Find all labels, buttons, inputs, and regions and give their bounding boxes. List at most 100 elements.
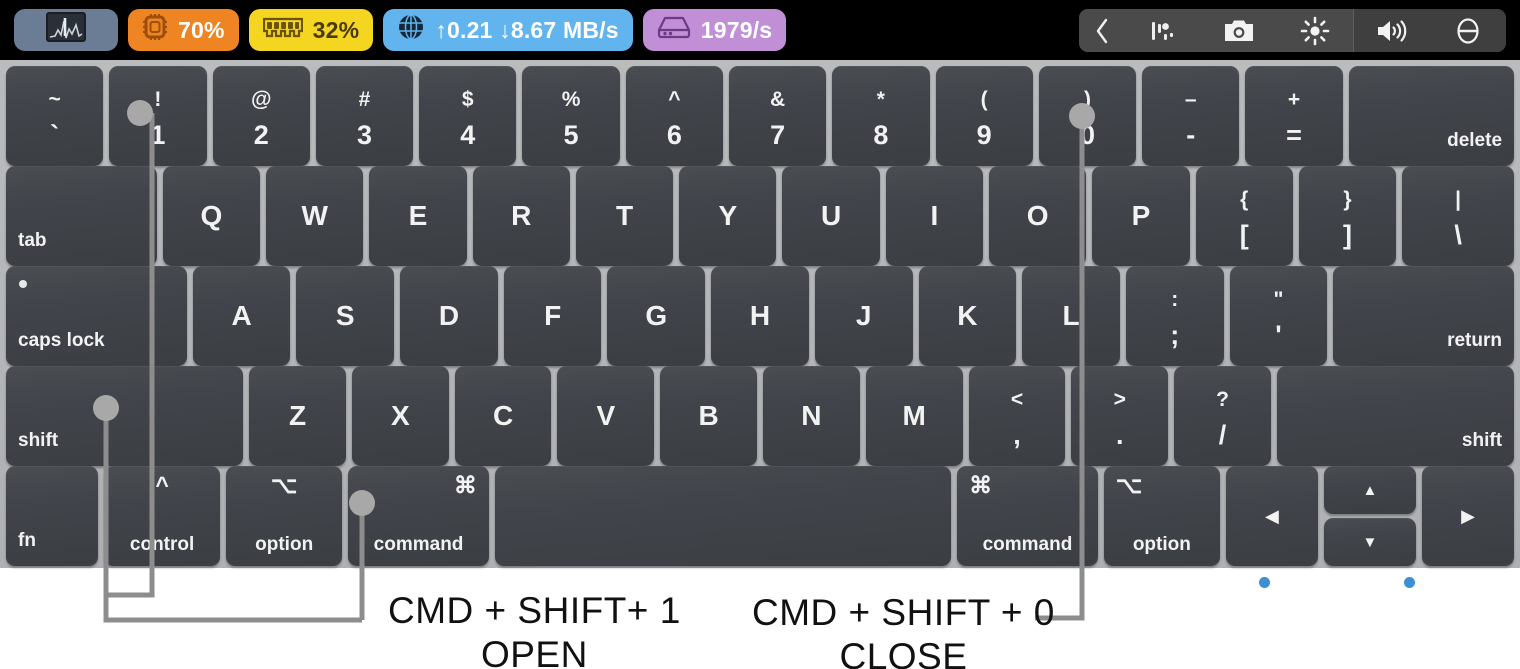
key-return[interactable]: return <box>1333 266 1514 366</box>
key-option-left[interactable]: ⌥ option <box>226 466 343 566</box>
key-legend-bottom: 7 <box>770 119 786 150</box>
key-s[interactable]: S <box>296 266 395 366</box>
speaker-volume-icon <box>1378 19 1407 42</box>
key-m[interactable]: M <box>865 366 963 466</box>
key-legend-bottom: ` <box>50 119 60 150</box>
key-g[interactable]: G <box>607 266 706 366</box>
key-y[interactable]: Y <box>679 166 777 266</box>
key-q[interactable]: Q <box>162 166 261 266</box>
key-semicolon[interactable]: :; <box>1125 266 1224 366</box>
key-j[interactable]: J <box>814 266 913 366</box>
key-2[interactable]: @2 <box>212 66 310 166</box>
key-k[interactable]: K <box>918 266 1017 366</box>
menubar-item-cpu[interactable]: 70% <box>128 9 239 51</box>
key-legend: command <box>982 534 1073 555</box>
control-strip-volume-button[interactable] <box>1354 9 1430 52</box>
key-legend: delete <box>1447 130 1503 151</box>
key-3[interactable]: #3 <box>315 66 414 166</box>
arrow-up-icon: ▲ <box>1362 481 1378 499</box>
key-e[interactable]: E <box>369 166 467 266</box>
key-b[interactable]: B <box>660 366 758 466</box>
menubar-item-network[interactable]: ↑0.21 ↓8.67 MB/s <box>383 9 633 51</box>
key-l[interactable]: L <box>1022 266 1120 366</box>
key-quote[interactable]: " ' <box>1229 266 1328 366</box>
key-shift-left[interactable]: shift <box>6 366 244 466</box>
key-6[interactable]: ^ 6 <box>625 66 723 166</box>
key-legend-top: ) <box>1083 88 1091 111</box>
key-equals[interactable]: + = <box>1245 66 1343 166</box>
key-r[interactable]: R <box>472 166 570 266</box>
menubar-item-memory[interactable]: 32% <box>248 9 374 51</box>
key-legend-top: ~ <box>48 88 61 111</box>
key-legend-bottom: 4 <box>460 119 476 150</box>
key-legend-bottom: 1 <box>150 119 166 150</box>
memory-ram-icon <box>262 14 303 46</box>
control-strip-expand-button[interactable] <box>1079 9 1125 52</box>
qwerty-row: tab Q W E R T Y U I O P{[}] | \ <box>6 166 1515 266</box>
key-space[interactable] <box>494 466 952 566</box>
key-tab[interactable]: tab <box>6 166 157 266</box>
key-arrow-updown: ▲ ▼ <box>1323 466 1416 566</box>
control-strip-do-not-disturb-button[interactable] <box>1430 9 1506 52</box>
key-fn[interactable]: fn <box>6 466 99 566</box>
key-0[interactable]: ) 0 <box>1038 66 1137 166</box>
key-t[interactable]: T <box>575 166 674 266</box>
key-option-right[interactable]: ⌥ option <box>1103 466 1220 566</box>
key-legend-top: & <box>770 88 786 111</box>
key-shift-right[interactable]: shift <box>1276 366 1515 466</box>
key-caps-lock[interactable]: caps lock <box>6 266 187 366</box>
key-v[interactable]: V <box>557 366 655 466</box>
key-control[interactable]: ^ control <box>104 466 221 566</box>
key-arrow-up[interactable]: ▲ <box>1323 466 1416 514</box>
key-7[interactable]: & 7 <box>728 66 827 166</box>
key-backtick[interactable]: ~ ` <box>6 66 104 166</box>
key-bracket-left[interactable]: {[ <box>1195 166 1293 266</box>
key-1[interactable]: ! 1 <box>109 66 207 166</box>
key-legend-top: | <box>1455 188 1462 211</box>
keyboard: ~ `! 1 @2 #3 $4% 5 ^ 6 & 7 * 8(9) 0– - + = delete tab Q W E R T… <box>0 60 1520 568</box>
key-delete[interactable]: delete <box>1348 66 1515 166</box>
key-command-left[interactable]: ⌘ command <box>348 466 489 566</box>
key-w[interactable]: W <box>266 166 364 266</box>
key-legend: R <box>511 200 532 231</box>
key-bracket-right[interactable]: }] <box>1298 166 1397 266</box>
key-c[interactable]: C <box>454 366 552 466</box>
key-n[interactable]: N <box>763 366 860 466</box>
control-strip-brightness-button[interactable] <box>1277 9 1353 52</box>
key-d[interactable]: D <box>400 266 498 366</box>
key-arrow-left[interactable]: ◀ <box>1225 466 1318 566</box>
menubar-item-activity-graph[interactable] <box>14 9 118 51</box>
key-arrow-down[interactable]: ▼ <box>1323 518 1416 566</box>
key-8[interactable]: * 8 <box>832 66 930 166</box>
chevron-left-icon <box>1096 18 1108 43</box>
key-h[interactable]: H <box>711 266 809 366</box>
key-comma[interactable]: <, <box>968 366 1066 466</box>
key-x[interactable]: X <box>351 366 449 466</box>
key-9[interactable]: (9 <box>935 66 1033 166</box>
key-legend-top: < <box>1010 388 1024 411</box>
menubar-item-disk[interactable]: 1979/s <box>642 9 787 51</box>
key-minus[interactable]: – - <box>1142 66 1240 166</box>
key-o[interactable]: O <box>989 166 1087 266</box>
key-4[interactable]: $4 <box>419 66 517 166</box>
key-z[interactable]: Z <box>249 366 346 466</box>
key-slash[interactable]: ? / <box>1174 366 1271 466</box>
key-legend: A <box>231 300 252 331</box>
key-5[interactable]: % 5 <box>522 66 620 166</box>
key-u[interactable]: U <box>782 166 880 266</box>
key-period[interactable]: >. <box>1071 366 1169 466</box>
key-arrow-right[interactable]: ▶ <box>1421 466 1515 566</box>
key-i[interactable]: I <box>885 166 984 266</box>
key-legend-bottom: ' <box>1275 319 1282 350</box>
key-backslash[interactable]: | \ <box>1402 166 1515 266</box>
activity-graph-icon <box>46 12 86 48</box>
key-legend: option <box>255 534 314 555</box>
key-p[interactable]: P <box>1092 166 1190 266</box>
control-strip-siri-button[interactable] <box>1125 9 1201 52</box>
key-command-right[interactable]: ⌘ command <box>957 466 1098 566</box>
key-legend-top: : <box>1171 288 1179 311</box>
key-a[interactable]: A <box>192 266 291 366</box>
key-legend-bottom: 3 <box>356 119 372 150</box>
key-f[interactable]: F <box>503 266 602 366</box>
control-strip-screenshot-button[interactable] <box>1201 9 1277 52</box>
